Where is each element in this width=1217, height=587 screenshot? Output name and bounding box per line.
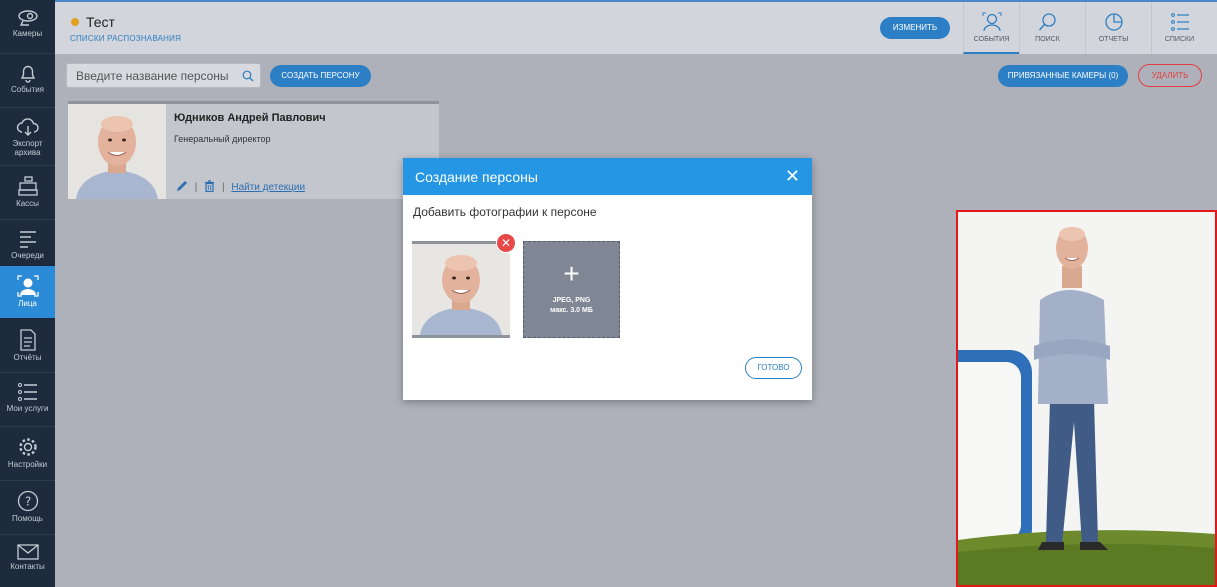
breadcrumb[interactable]: Списки распознавания: [70, 34, 181, 43]
remove-photo-icon[interactable]: ✕: [496, 233, 516, 253]
sidebar: Камеры События Экспорт архива Кассы Очер…: [0, 0, 55, 587]
modal-title: Создание персоны: [415, 169, 538, 185]
person-role: Генеральный директор: [174, 134, 271, 144]
sidebar-item-cash[interactable]: Кассы: [0, 166, 55, 218]
svg-text:?: ?: [24, 495, 30, 509]
help-icon: ?: [17, 490, 38, 512]
sidebar-item-services[interactable]: Мои услуги: [0, 373, 55, 425]
tab-reports[interactable]: Отчеты: [1085, 2, 1141, 54]
sidebar-item-label: Камеры: [12, 29, 43, 38]
person-photo: [68, 104, 166, 199]
photo-thumbnail: [412, 241, 510, 338]
sidebar-item-label: Контакты: [10, 562, 45, 571]
sidebar-item-queues[interactable]: Очереди: [0, 220, 55, 272]
status-dot: [71, 18, 79, 26]
sidebar-item-contacts[interactable]: Контакты: [0, 535, 55, 587]
page-title: Тест: [86, 14, 115, 30]
person-icon: [982, 12, 1001, 32]
sidebar-item-cameras[interactable]: Камеры: [0, 0, 55, 52]
plus-icon: +: [563, 258, 580, 289]
sidebar-item-label: Отчёты: [13, 353, 42, 362]
upload-formats: JPEG, PNG: [552, 297, 591, 304]
face-icon: [16, 275, 39, 297]
edit-icon[interactable]: [176, 180, 188, 192]
bell-icon: [20, 65, 35, 83]
sidebar-item-settings[interactable]: Настройки: [0, 427, 55, 479]
header: Тест Списки распознавания Изменить Событ…: [55, 0, 1217, 54]
create-person-button[interactable]: Создать персону: [270, 65, 371, 87]
upload-photo-area[interactable]: + JPEG, PNG макс. 3.0 МБ: [523, 241, 620, 338]
document-icon: [19, 329, 36, 351]
sidebar-item-faces[interactable]: Лица: [0, 266, 55, 318]
find-detections-link[interactable]: Найти детекции: [231, 182, 305, 193]
upload-limit: макс. 3.0 МБ: [550, 307, 593, 314]
sidebar-item-label: Настройки: [7, 460, 48, 469]
search-icon: [1038, 13, 1056, 31]
sidebar-item-label: Кассы: [16, 199, 39, 208]
tab-label: Отчеты: [1098, 36, 1129, 43]
sidebar-item-events[interactable]: События: [0, 54, 55, 106]
tab-events[interactable]: События: [963, 2, 1019, 54]
tab-label: События: [973, 36, 1010, 43]
sidebar-item-help[interactable]: ? Помощь: [0, 481, 55, 533]
tab-lists[interactable]: Списки: [1151, 2, 1207, 54]
linked-cameras-button[interactable]: Привязанные камеры (0): [998, 65, 1128, 87]
photo-preview: [956, 210, 1217, 587]
sidebar-item-export[interactable]: Экспорт архива: [0, 108, 55, 164]
cloud-download-icon: [16, 118, 39, 136]
sidebar-item-label: Очереди: [11, 251, 44, 260]
edit-button[interactable]: Изменить: [880, 17, 950, 39]
camera-icon: [17, 10, 38, 26]
gear-icon: [18, 438, 37, 456]
delete-button[interactable]: Удалить: [1138, 64, 1202, 87]
search-icon[interactable]: [242, 70, 254, 82]
tab-label: Списки: [1164, 36, 1195, 43]
mail-icon: [16, 544, 39, 560]
sidebar-item-label: Мои услуги: [6, 404, 49, 413]
list-icon: [1170, 13, 1189, 31]
sidebar-item-label: Лица: [18, 299, 37, 308]
cash-register-icon: [17, 176, 38, 196]
search-box: [66, 63, 261, 88]
person-actions: | | Найти детекции: [176, 180, 305, 193]
sidebar-item-label: События: [10, 85, 45, 94]
search-input[interactable]: [76, 68, 236, 84]
sidebar-item-label: Экспорт архива: [12, 139, 43, 157]
queue-icon: [19, 231, 36, 248]
tab-search[interactable]: Поиск: [1019, 2, 1075, 54]
close-icon[interactable]: ✕: [785, 167, 800, 185]
modal-header: Создание персоны ✕: [403, 158, 812, 195]
done-button[interactable]: Готово: [745, 357, 802, 379]
trash-icon[interactable]: [204, 180, 215, 193]
sidebar-item-reports[interactable]: Отчёты: [0, 320, 55, 372]
create-person-modal: Создание персоны ✕ Добавить фотографии к…: [403, 158, 812, 400]
person-name: Юдников Андрей Павлович: [174, 112, 326, 124]
modal-subtitle: Добавить фотографии к персоне: [413, 205, 597, 219]
list-icon: [17, 383, 37, 401]
sidebar-item-label: Помощь: [12, 514, 43, 523]
pie-chart-icon: [1104, 13, 1123, 31]
person-card: Юдников Андрей Павлович Генеральный дире…: [68, 101, 439, 199]
tab-label: Поиск: [1035, 36, 1060, 43]
